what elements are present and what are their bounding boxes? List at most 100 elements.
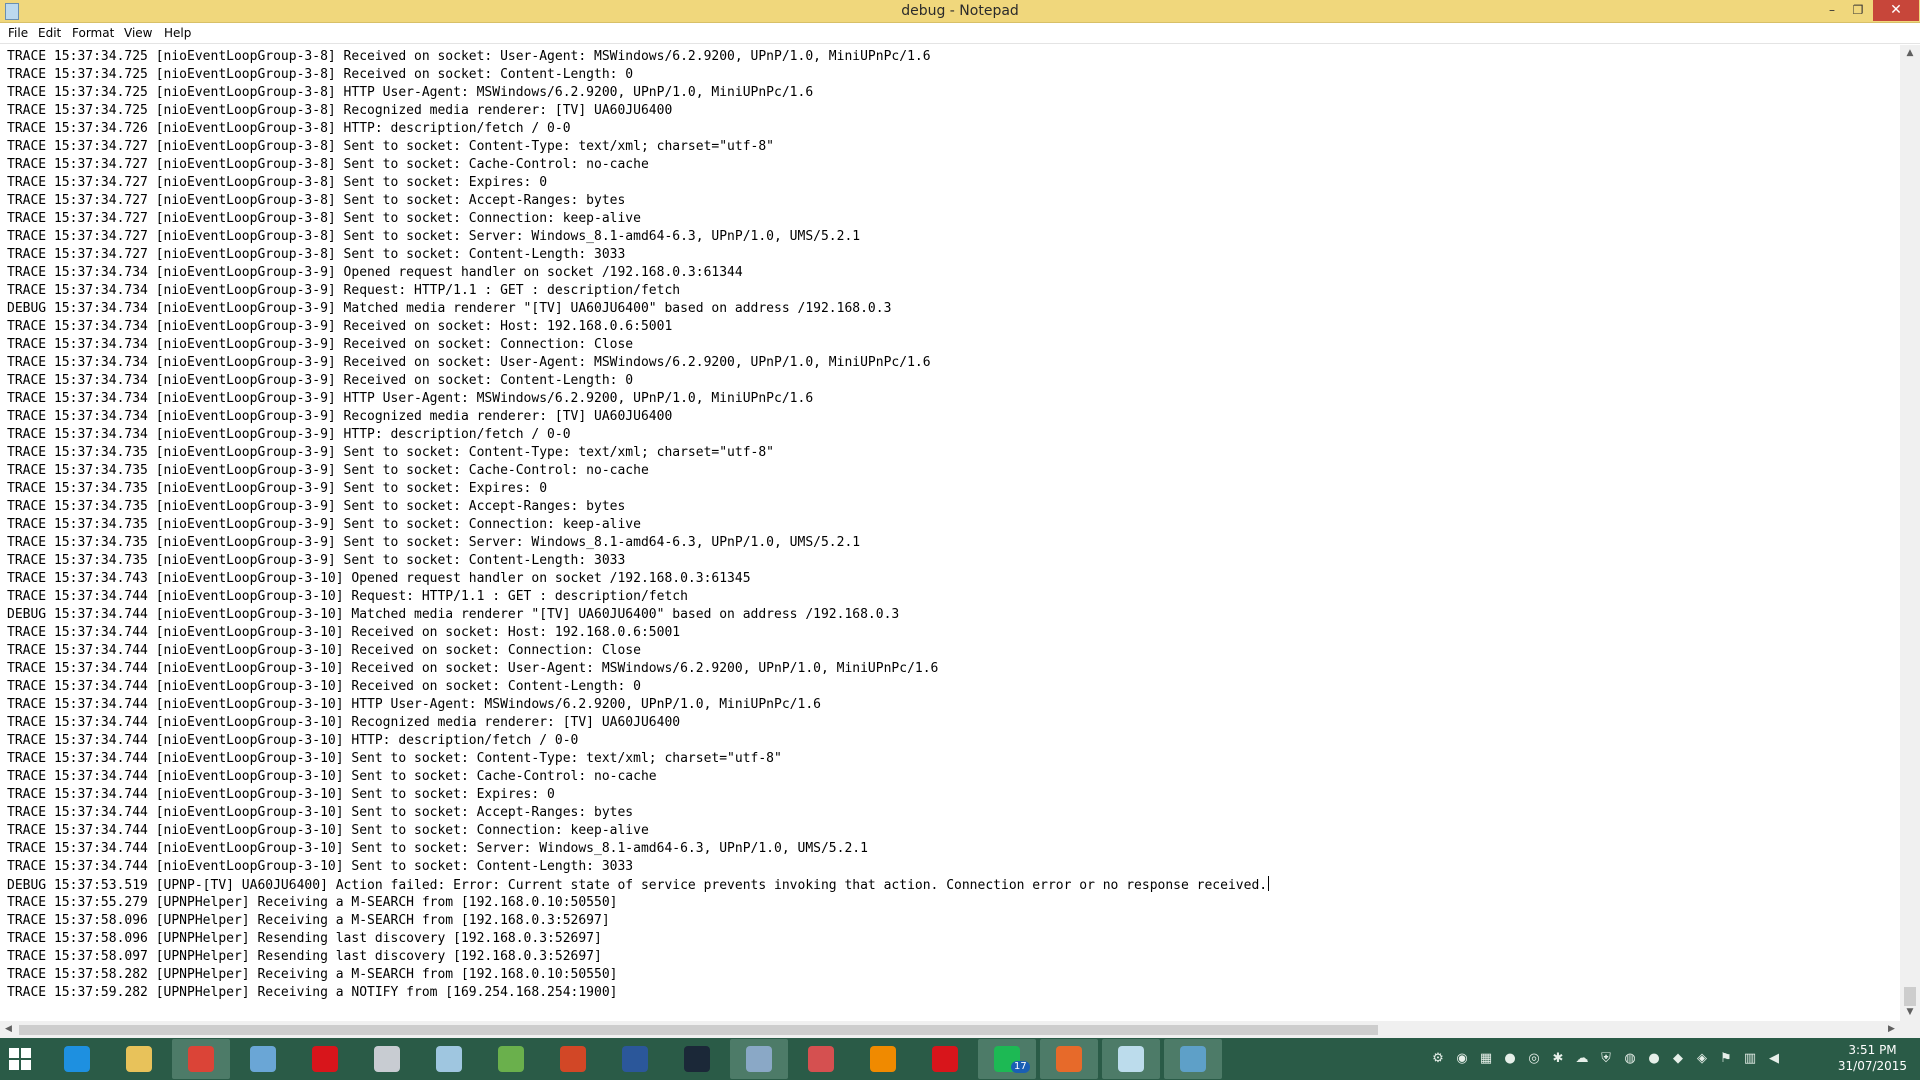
taskbar-remote-desktop-button[interactable]: [730, 1039, 788, 1079]
calculator-icon: [374, 1046, 400, 1072]
scroll-down-arrow-icon[interactable]: ▼: [1900, 1004, 1920, 1021]
log-line: TRACE 15:37:34.744 [nioEventLoopGroup-3-…: [7, 805, 634, 820]
log-line: TRACE 15:37:34.743 [nioEventLoopGroup-3-…: [7, 571, 751, 586]
scroll-left-arrow-icon[interactable]: ◀: [0, 1021, 17, 1038]
windows-tray-icon[interactable]: ▦: [1478, 1050, 1494, 1068]
taskbar-chrome-button[interactable]: [172, 1039, 230, 1079]
log-line: TRACE 15:37:34.734 [nioEventLoopGroup-3-…: [7, 283, 681, 298]
scrollbar-corner: [1900, 1021, 1920, 1038]
taskbar-ums-app-button[interactable]: [1164, 1039, 1222, 1079]
taskbar-word-button[interactable]: [606, 1039, 664, 1079]
log-line: TRACE 15:37:34.734 [nioEventLoopGroup-3-…: [7, 319, 673, 334]
menu-help[interactable]: Help: [164, 23, 191, 43]
log-line: TRACE 15:37:34.727 [nioEventLoopGroup-3-…: [7, 157, 649, 172]
taskbar-vlc-button[interactable]: [854, 1039, 912, 1079]
defender-tray-icon[interactable]: ◈: [1694, 1050, 1710, 1068]
taskbar-notepad-button[interactable]: [1102, 1039, 1160, 1079]
log-line: TRACE 15:37:34.735 [nioEventLoopGroup-3-…: [7, 553, 626, 568]
spotify-tray-icon[interactable]: ●: [1502, 1050, 1518, 1068]
log-line: TRACE 15:37:34.735 [nioEventLoopGroup-3-…: [7, 499, 626, 514]
clock[interactable]: 3:51 PM 31/07/2015: [1830, 1042, 1915, 1074]
log-line: TRACE 15:37:34.744 [nioEventLoopGroup-3-…: [7, 643, 641, 658]
log-line: TRACE 15:37:34.744 [nioEventLoopGroup-3-…: [7, 661, 939, 676]
taskbar-project-button[interactable]: [482, 1039, 540, 1079]
log-line: TRACE 15:37:34.735 [nioEventLoopGroup-3-…: [7, 463, 649, 478]
chrome-tray-icon[interactable]: ◎: [1526, 1050, 1542, 1068]
menu-edit[interactable]: Edit: [38, 23, 61, 43]
start-button[interactable]: [9, 1048, 31, 1070]
shield-tray-icon[interactable]: ⛨: [1598, 1050, 1614, 1068]
log-line: TRACE 15:37:34.744 [nioEventLoopGroup-3-…: [7, 769, 657, 784]
flag-tray-icon[interactable]: ⚑: [1718, 1050, 1734, 1068]
log-line: TRACE 15:37:59.282 [UPNPHelper] Receivin…: [7, 985, 618, 1000]
close-button[interactable]: ✕: [1873, 0, 1919, 21]
log-line: DEBUG 15:37:34.744 [nioEventLoopGroup-3-…: [7, 607, 900, 622]
file-manager-icon: [250, 1046, 276, 1072]
menu-file[interactable]: File: [8, 23, 28, 43]
log-line: TRACE 15:37:34.725 [nioEventLoopGroup-3-…: [7, 49, 931, 64]
horizontal-scrollbar[interactable]: ◀ ▶: [0, 1021, 1900, 1038]
vertical-scrollbar[interactable]: ▲ ▼: [1900, 45, 1920, 1021]
taskbar-internet-explorer-button[interactable]: [48, 1039, 106, 1079]
internet-explorer-icon: [64, 1046, 90, 1072]
cloud-tray-icon[interactable]: ☁: [1574, 1050, 1590, 1068]
ums-app-icon: [1180, 1046, 1206, 1072]
taskbar-calculator-button[interactable]: [358, 1039, 416, 1079]
scroll-up-arrow-icon[interactable]: ▲: [1900, 45, 1920, 62]
log-line: TRACE 15:37:34.725 [nioEventLoopGroup-3-…: [7, 67, 634, 82]
clock-date: 31/07/2015: [1837, 1059, 1908, 1073]
taskbar-file-manager-button[interactable]: [234, 1039, 292, 1079]
horizontal-scroll-thumb[interactable]: [19, 1025, 1378, 1035]
log-line: TRACE 15:37:34.734 [nioEventLoopGroup-3-…: [7, 337, 634, 352]
menu-view[interactable]: View: [124, 23, 152, 43]
word-icon: [622, 1046, 648, 1072]
log-line: TRACE 15:37:34.734 [nioEventLoopGroup-3-…: [7, 373, 634, 388]
log-line: TRACE 15:37:34.725 [nioEventLoopGroup-3-…: [7, 103, 673, 118]
log-line: TRACE 15:37:34.727 [nioEventLoopGroup-3-…: [7, 247, 626, 262]
log-line: TRACE 15:37:58.282 [UPNPHelper] Receivin…: [7, 967, 618, 982]
log-line: TRACE 15:37:55.279 [UPNPHelper] Receivin…: [7, 895, 618, 910]
log-text: TRACE 15:37:34.725 [nioEventLoopGroup-3-…: [7, 48, 1270, 1002]
network-tray-icon[interactable]: ▥: [1742, 1050, 1758, 1068]
log-line: TRACE 15:37:34.744 [nioEventLoopGroup-3-…: [7, 751, 782, 766]
text-editor[interactable]: TRACE 15:37:34.725 [nioEventLoopGroup-3-…: [0, 45, 1900, 1021]
taskbar-paint-tool-button[interactable]: [420, 1039, 478, 1079]
taskbar-spotify-button[interactable]: 17: [978, 1039, 1036, 1079]
log-line: TRACE 15:37:34.726 [nioEventLoopGroup-3-…: [7, 121, 571, 136]
taskbar-opera-button[interactable]: [296, 1039, 354, 1079]
text-caret: [1268, 876, 1270, 891]
record-tray-icon[interactable]: ●: [1646, 1050, 1662, 1068]
log-line: TRACE 15:37:34.727 [nioEventLoopGroup-3-…: [7, 211, 641, 226]
taskbar-file-explorer-button[interactable]: [110, 1039, 168, 1079]
log-line: TRACE 15:37:34.734 [nioEventLoopGroup-3-…: [7, 265, 743, 280]
log-line: TRACE 15:37:34.744 [nioEventLoopGroup-3-…: [7, 823, 649, 838]
taskbar-media-app-button[interactable]: [1040, 1039, 1098, 1079]
log-line: TRACE 15:37:34.734 [nioEventLoopGroup-3-…: [7, 409, 673, 424]
taskbar-tools-button[interactable]: [792, 1039, 850, 1079]
log-line: TRACE 15:37:34.727 [nioEventLoopGroup-3-…: [7, 139, 775, 154]
notification-badge: 17: [1011, 1061, 1030, 1073]
powerpoint-icon: [560, 1046, 586, 1072]
menu-format[interactable]: Format: [72, 23, 114, 43]
scroll-right-arrow-icon[interactable]: ▶: [1883, 1021, 1900, 1038]
volume-tray-icon[interactable]: ◀: [1766, 1050, 1782, 1068]
settings-tray-icon[interactable]: ✱: [1550, 1050, 1566, 1068]
adobe-tray-icon[interactable]: ◉: [1454, 1050, 1470, 1068]
opera-alt-icon: [932, 1046, 958, 1072]
title-bar[interactable]: debug - Notepad – ❐ ✕: [0, 0, 1920, 23]
maximize-button[interactable]: ❐: [1843, 0, 1873, 21]
log-line: TRACE 15:37:34.744 [nioEventLoopGroup-3-…: [7, 625, 681, 640]
taskbar-opera-alt-button[interactable]: [916, 1039, 974, 1079]
clock-time: 3:51 PM: [1848, 1043, 1897, 1057]
log-line: TRACE 15:37:34.727 [nioEventLoopGroup-3-…: [7, 229, 861, 244]
taskbar-steam-button[interactable]: [668, 1039, 726, 1079]
project-icon: [498, 1046, 524, 1072]
steam-tray-icon[interactable]: ◍: [1622, 1050, 1638, 1068]
log-line: TRACE 15:37:58.096 [UPNPHelper] Receivin…: [7, 913, 610, 928]
log-line: TRACE 15:37:34.744 [nioEventLoopGroup-3-…: [7, 787, 555, 802]
taskbar-powerpoint-button[interactable]: [544, 1039, 602, 1079]
acrobat-tray-icon[interactable]: ◆: [1670, 1050, 1686, 1068]
ums-tray-icon[interactable]: ⚙: [1430, 1050, 1446, 1068]
log-line: DEBUG 15:37:53.519 [UPNP-[TV] UA60JU6400…: [7, 876, 1270, 893]
window-title: debug - Notepad: [901, 3, 1019, 19]
